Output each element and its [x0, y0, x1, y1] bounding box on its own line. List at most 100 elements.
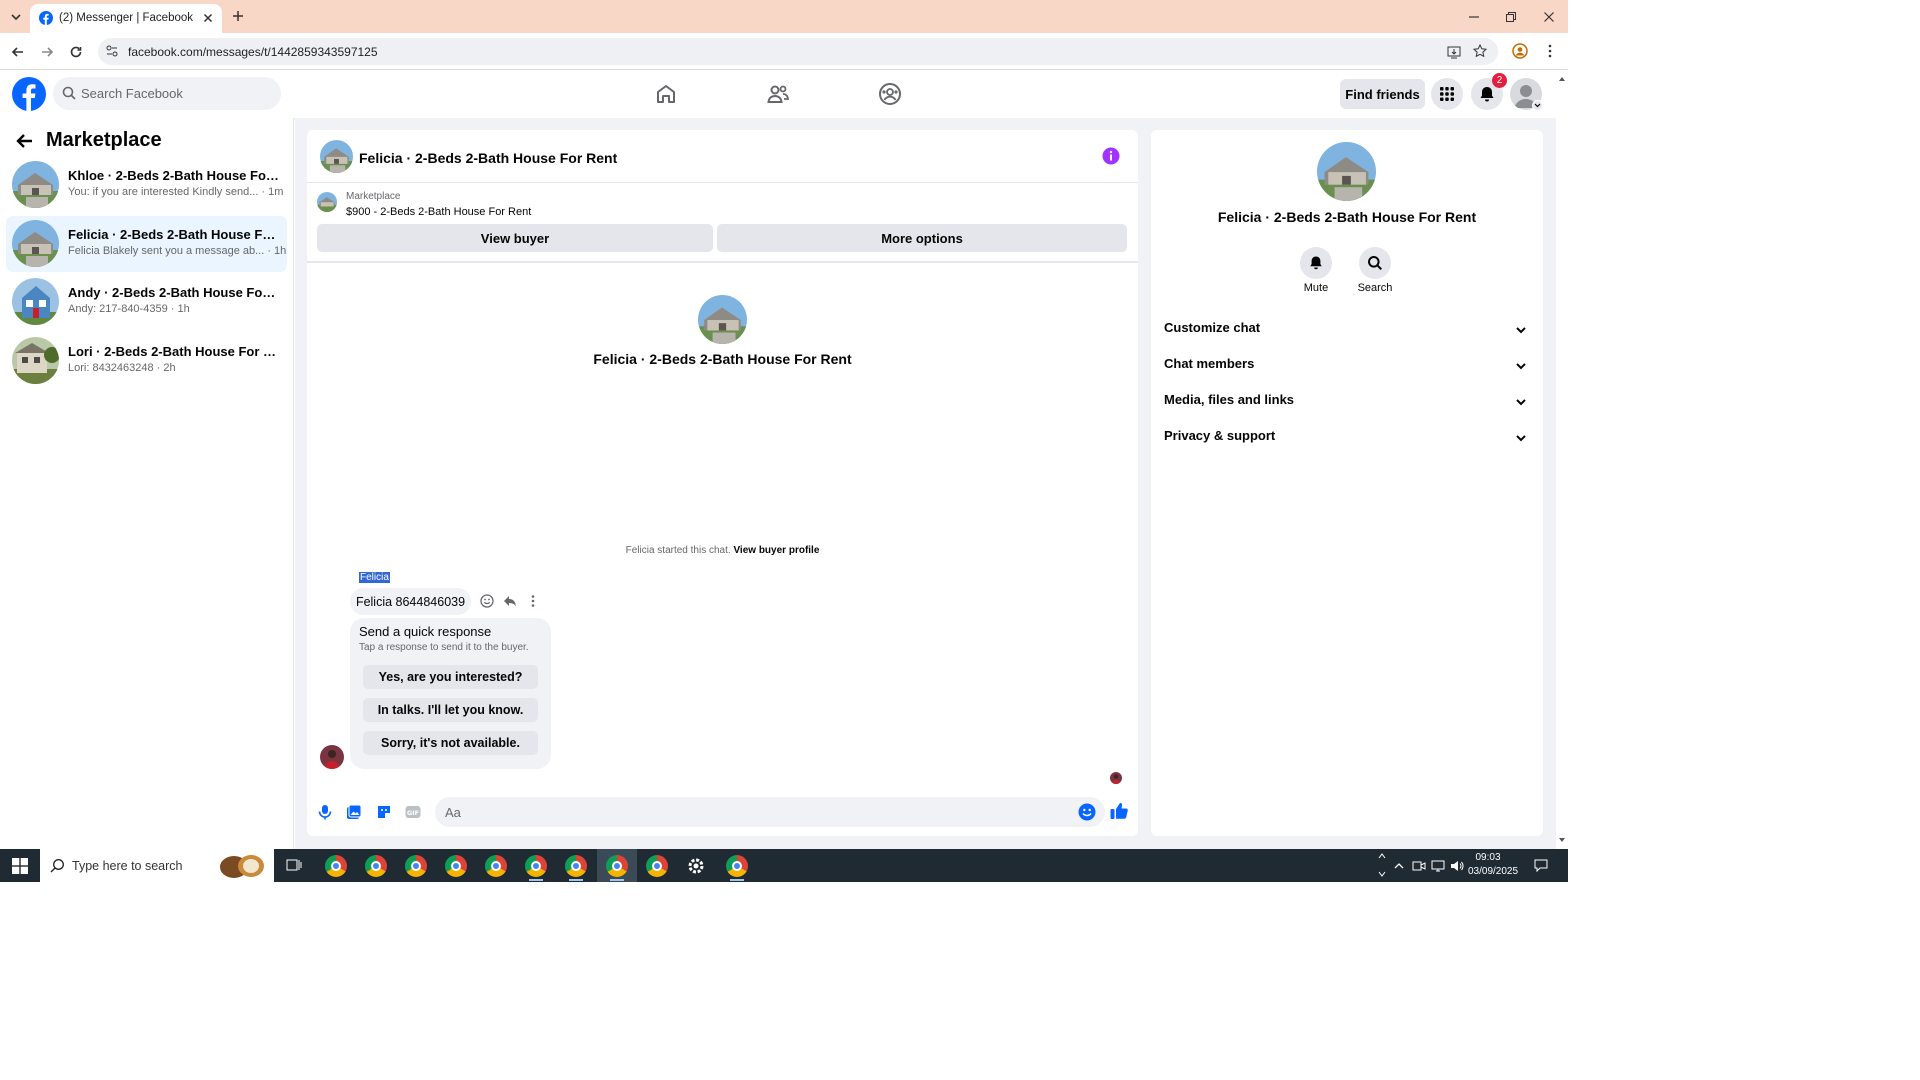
- quick-response-title: Send a quick response: [359, 624, 492, 639]
- meet-now-icon[interactable]: [1412, 859, 1426, 873]
- more-actions-icon[interactable]: [526, 594, 540, 608]
- forward-icon[interactable]: [39, 44, 55, 60]
- react-icon[interactable]: [480, 594, 494, 608]
- chrome-taskbar-icon[interactable]: [726, 855, 748, 877]
- details-avatar[interactable]: [1317, 142, 1376, 201]
- menu-grid-button[interactable]: [1431, 78, 1463, 110]
- chat-header-avatar[interactable]: [320, 140, 353, 173]
- conversation-preview: Lori: 8432463248 · 2h: [68, 362, 176, 374]
- chrome-taskbar-icon[interactable]: [525, 855, 547, 877]
- bookmark-star-icon[interactable]: [1472, 43, 1488, 59]
- marketplace-title: Marketplace: [46, 129, 162, 151]
- new-tab-icon[interactable]: [230, 8, 246, 24]
- browser-menu-icon[interactable]: [1542, 43, 1558, 59]
- microphone-icon[interactable]: [316, 803, 334, 821]
- chrome-taskbar-icon[interactable]: [485, 855, 507, 877]
- more-options-button[interactable]: More options: [717, 224, 1127, 252]
- close-window-icon[interactable]: [1541, 9, 1557, 25]
- search-in-chat-button[interactable]: [1359, 247, 1391, 279]
- install-app-icon[interactable]: [1446, 44, 1462, 60]
- reload-icon[interactable]: [68, 44, 84, 60]
- section-label: Customize chat: [1164, 320, 1261, 335]
- listing-price[interactable]: $900 - 2-Beds 2-Bath House For Rent: [346, 206, 531, 218]
- facebook-favicon-icon: [39, 11, 53, 25]
- chevron-down-icon: [1514, 395, 1528, 409]
- message-bubble[interactable]: Felicia 8644846039: [350, 588, 471, 615]
- emoji-icon[interactable]: [1078, 803, 1096, 821]
- quick-response-button[interactable]: In talks. I'll let you know.: [363, 698, 538, 722]
- page-scrollbar[interactable]: [1556, 70, 1568, 849]
- profile-icon[interactable]: [1512, 43, 1528, 59]
- tray-scroll-down-icon[interactable]: [1377, 869, 1387, 879]
- notification-center-icon[interactable]: [1533, 857, 1549, 873]
- chat-title[interactable]: Felicia · 2-Beds 2-Bath House For Rent: [359, 150, 617, 166]
- media-files-links-section[interactable]: Media, files and links: [1164, 392, 1530, 414]
- chrome-taskbar-icon[interactable]: [405, 855, 427, 877]
- bell-icon: [1480, 87, 1494, 102]
- conversation-item-felicia[interactable]: Felicia · 2-Beds 2-Bath House For ... Fe…: [6, 216, 287, 272]
- tab-list-button[interactable]: [8, 9, 24, 25]
- customize-chat-section[interactable]: Customize chat: [1164, 320, 1530, 342]
- chrome-taskbar-icon[interactable]: [646, 855, 668, 877]
- conversation-preview: Felicia Blakely sent you a message ab...…: [68, 245, 287, 257]
- home-nav-icon[interactable]: [654, 82, 678, 106]
- conversation-item-khloe[interactable]: Khloe · 2-Beds 2-Bath House For R... You…: [6, 157, 287, 213]
- chrome-taskbar-icon[interactable]: [445, 855, 467, 877]
- network-icon[interactable]: [1431, 859, 1445, 873]
- chrome-taskbar-icon[interactable]: [325, 855, 347, 877]
- thumbs-up-icon[interactable]: [1109, 801, 1129, 821]
- view-buyer-button[interactable]: View buyer: [317, 224, 713, 252]
- back-arrow-icon[interactable]: [15, 131, 35, 151]
- minimize-icon[interactable]: [1466, 9, 1482, 25]
- chrome-taskbar-icon[interactable]: [565, 855, 587, 877]
- taskbar-search-input[interactable]: Type here to search: [40, 849, 274, 882]
- privacy-support-section[interactable]: Privacy & support: [1164, 428, 1530, 450]
- groups-nav-icon[interactable]: [878, 82, 902, 106]
- message-input[interactable]: Aa: [435, 797, 1105, 827]
- windows-start-icon[interactable]: [12, 858, 28, 874]
- details-name: Felicia · 2-Beds 2-Bath House For Rent: [1217, 209, 1477, 225]
- settings-gear-icon[interactable]: [686, 856, 706, 876]
- chevron-down-icon: [1514, 359, 1528, 373]
- find-friends-button[interactable]: Find friends: [1340, 79, 1425, 109]
- mute-button[interactable]: [1300, 247, 1332, 279]
- conversation-item-lori[interactable]: Lori · 2-Beds 2-Bath House For Rent Lori…: [6, 333, 287, 389]
- info-icon[interactable]: [1102, 147, 1120, 165]
- show-hidden-icons-icon[interactable]: [1393, 860, 1405, 872]
- facebook-search-input[interactable]: Search Facebook: [53, 77, 281, 110]
- search-placeholder: Search Facebook: [81, 86, 183, 101]
- volume-icon[interactable]: [1450, 859, 1464, 873]
- started-text: Felicia started this chat.: [625, 545, 731, 556]
- browser-tab[interactable]: (2) Messenger | Facebook: [30, 4, 222, 33]
- restore-icon[interactable]: [1503, 9, 1519, 25]
- chrome-taskbar-icon[interactable]: [365, 855, 387, 877]
- tray-scroll-up-icon[interactable]: [1377, 851, 1387, 861]
- photo-icon[interactable]: [345, 803, 363, 821]
- quick-response-button[interactable]: Yes, are you interested?: [363, 665, 538, 689]
- listing-thumbnail: [317, 192, 337, 212]
- sticker-icon[interactable]: [375, 803, 393, 821]
- section-label: Privacy & support: [1164, 428, 1276, 443]
- chevron-down-icon: [1514, 431, 1528, 445]
- tab-title: (2) Messenger | Facebook: [59, 12, 194, 24]
- view-buyer-profile-link[interactable]: View buyer profile: [733, 545, 819, 556]
- taskbar-search-placeholder: Type here to search: [72, 859, 183, 873]
- chrome-taskbar-icon[interactable]: [606, 855, 628, 877]
- site-info-icon[interactable]: [105, 44, 119, 58]
- quick-response-button[interactable]: Sorry, it's not available.: [363, 731, 538, 755]
- facebook-logo-icon[interactable]: [12, 77, 46, 111]
- friends-nav-icon[interactable]: [766, 82, 790, 106]
- search-label: Search: [1357, 282, 1393, 294]
- running-indicator: [529, 879, 543, 881]
- conversation-preview: You: if you are interested Kindly send..…: [68, 186, 284, 198]
- back-icon[interactable]: [10, 44, 26, 60]
- taskbar-clock[interactable]: 09:03 03/09/2025: [1468, 851, 1518, 879]
- account-chevron-icon[interactable]: [1532, 100, 1543, 111]
- gif-icon[interactable]: GIF: [404, 803, 422, 821]
- close-tab-icon[interactable]: [200, 10, 216, 26]
- mute-label: Mute: [1303, 282, 1329, 294]
- conversation-item-andy[interactable]: Andy · 2-Beds 2-Bath House For R... Andy…: [6, 274, 287, 330]
- chat-members-section[interactable]: Chat members: [1164, 356, 1530, 378]
- task-view-icon[interactable]: [286, 857, 302, 873]
- reply-icon[interactable]: [503, 594, 517, 608]
